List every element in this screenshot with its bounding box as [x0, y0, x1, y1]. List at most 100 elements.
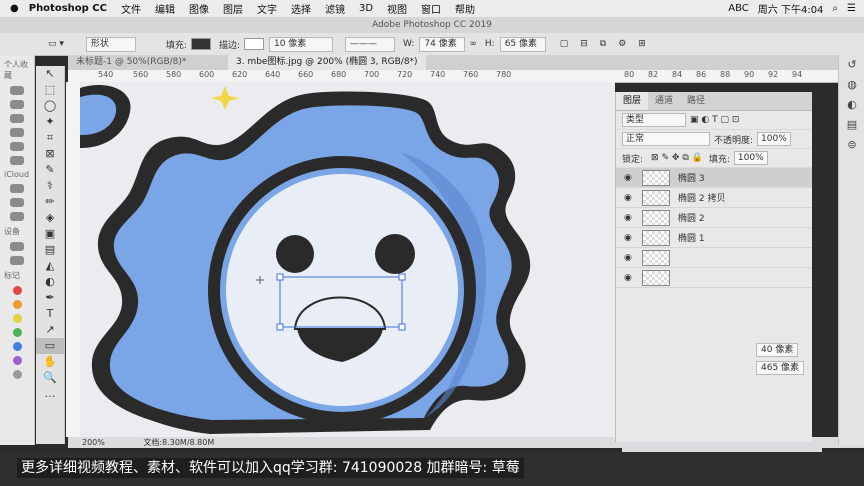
filter-adjust-icon[interactable]: ◐: [701, 115, 709, 125]
eye-icon[interactable]: ◉: [624, 253, 636, 263]
hand-tool-icon[interactable]: ✋: [36, 354, 64, 370]
path-ops-icon[interactable]: ▢: [560, 39, 569, 49]
layer-row[interactable]: ◉ 椭圆 1: [616, 228, 812, 248]
tab-paths[interactable]: 路径: [680, 92, 712, 110]
sidebar-item-icon[interactable]: [10, 256, 24, 265]
sidebar-item-icon[interactable]: [10, 128, 24, 137]
menu-list-icon[interactable]: ☰: [847, 3, 856, 14]
tag-purple-dot[interactable]: [12, 356, 22, 365]
menu-view[interactable]: 视图: [387, 1, 407, 16]
filter-image-icon[interactable]: ▣: [690, 115, 699, 125]
more-tools-icon[interactable]: …: [36, 386, 64, 402]
magic-wand-tool-icon[interactable]: ✦: [36, 114, 64, 130]
layer-row[interactable]: ◉ 椭圆 3: [616, 168, 812, 188]
pen-tool-icon[interactable]: ✒: [36, 290, 64, 306]
input-source[interactable]: ABC: [728, 3, 749, 14]
tab-layers[interactable]: 图层: [616, 92, 649, 110]
tab-mbe-icon[interactable]: 3. mbe图标.jpg @ 200% (椭圆 3, RGB/8*): [228, 55, 426, 70]
fill-swatch[interactable]: [190, 38, 211, 50]
tag-blue-dot[interactable]: [12, 342, 22, 351]
gradient-tool-icon[interactable]: ◭: [36, 258, 64, 274]
tool-preset-icon[interactable]: ▭ ▾: [48, 39, 64, 49]
lock-pixels-icon[interactable]: ⊠: [651, 153, 659, 163]
blend-mode-select[interactable]: 正常: [622, 132, 710, 146]
libraries-icon[interactable]: ▤: [839, 115, 864, 135]
layer-row[interactable]: ◉: [616, 268, 812, 288]
tag-red-dot[interactable]: [12, 286, 22, 295]
stroke-swatch[interactable]: [243, 38, 264, 50]
shape-tool-icon[interactable]: ▭: [36, 338, 64, 354]
sidebar-item-icon[interactable]: [10, 114, 24, 123]
path-arrange-icon[interactable]: ⧉: [600, 39, 606, 49]
eyedropper-tool-icon[interactable]: ✎: [36, 162, 64, 178]
history-icon[interactable]: ↺: [839, 55, 864, 75]
menu-file[interactable]: 文件: [121, 1, 141, 16]
layer-row[interactable]: ◉: [616, 248, 812, 268]
apple-icon[interactable]: ●: [10, 3, 19, 14]
lock-all-icon[interactable]: 🔒: [692, 153, 703, 163]
path-select-tool-icon[interactable]: ↗: [36, 322, 64, 338]
sidebar-item-icon[interactable]: [10, 100, 24, 109]
tag-orange-dot[interactable]: [12, 300, 22, 309]
w-field[interactable]: 74 像素: [419, 36, 466, 52]
sidebar-item-icon[interactable]: [10, 156, 24, 165]
selection-handle[interactable]: [398, 273, 406, 281]
filter-shape-icon[interactable]: ▢: [721, 115, 730, 125]
menu-edit[interactable]: 编辑: [155, 1, 175, 16]
dodge-tool-icon[interactable]: ◐: [36, 274, 64, 290]
menu-filter[interactable]: 滤镜: [325, 1, 345, 16]
tag-green-dot[interactable]: [12, 328, 22, 337]
sidebar-item-icon[interactable]: [10, 142, 24, 151]
menu-type[interactable]: 文字: [257, 1, 277, 16]
sidebar-item-icon[interactable]: [10, 212, 24, 221]
adjustments-icon[interactable]: ◐: [839, 95, 864, 115]
properties-w-field[interactable]: 40 像素: [756, 343, 799, 357]
menu-select[interactable]: 选择: [291, 1, 311, 16]
layer-row[interactable]: ◉ 椭圆 2: [616, 208, 812, 228]
lock-artboard-icon[interactable]: ⧉: [682, 153, 688, 163]
tab-channels[interactable]: 通道: [648, 92, 680, 110]
clock[interactable]: 周六 下午4:04: [758, 1, 824, 16]
properties-h-field[interactable]: 465 像素: [756, 361, 805, 375]
stamp-tool-icon[interactable]: ◈: [36, 210, 64, 226]
eye-icon[interactable]: ◉: [624, 193, 636, 203]
menu-layer[interactable]: 图层: [223, 1, 243, 16]
marquee-tool-icon[interactable]: ⬚: [36, 82, 64, 98]
menu-image[interactable]: 图像: [189, 1, 209, 16]
tag-gray-dot[interactable]: [12, 370, 22, 379]
healing-tool-icon[interactable]: ⚕: [36, 178, 64, 194]
menu-3d[interactable]: 3D: [359, 3, 373, 14]
frame-tool-icon[interactable]: ⊠: [36, 146, 64, 162]
sidebar-item-icon[interactable]: [10, 198, 24, 207]
stroke-width-field[interactable]: 10 像素: [268, 36, 333, 52]
sidebar-item-icon[interactable]: [10, 86, 24, 95]
history-brush-tool-icon[interactable]: ▣: [36, 226, 64, 242]
app-name[interactable]: Photoshop CC: [29, 3, 107, 14]
brush-tool-icon[interactable]: ✏: [36, 194, 64, 210]
path-align-icon[interactable]: ⊟: [580, 39, 588, 49]
eye-icon[interactable]: ◉: [624, 173, 636, 183]
selection-handle[interactable]: [276, 323, 284, 331]
sidebar-item-icon[interactable]: [10, 184, 24, 193]
fill-field[interactable]: 100%: [733, 151, 768, 165]
h-field[interactable]: 65 像素: [499, 36, 546, 52]
eraser-tool-icon[interactable]: ▤: [36, 242, 64, 258]
zoom-tool-icon[interactable]: 🔍: [36, 370, 64, 386]
gear-icon[interactable]: ⚙: [618, 39, 626, 49]
color-icon[interactable]: ◍: [839, 75, 864, 95]
layer-row[interactable]: ◉ 椭圆 2 拷贝: [616, 188, 812, 208]
eye-icon[interactable]: ◉: [624, 233, 636, 243]
eye-icon[interactable]: ◉: [624, 273, 636, 283]
crop-tool-icon[interactable]: ⌗: [36, 130, 64, 146]
search-icon[interactable]: ⌕: [832, 3, 838, 14]
align-edges-icon[interactable]: ⊞: [638, 39, 646, 49]
lasso-tool-icon[interactable]: ◯: [36, 98, 64, 114]
zoom-level[interactable]: 200%: [82, 438, 105, 447]
lock-position-icon[interactable]: ✥: [672, 153, 680, 163]
link-icon[interactable]: ∞: [469, 39, 477, 49]
opacity-field[interactable]: 100%: [757, 132, 791, 146]
move-tool-icon[interactable]: ↖: [36, 66, 64, 82]
stroke-type-select[interactable]: ———: [344, 36, 395, 52]
document-canvas[interactable]: [80, 82, 615, 437]
menu-window[interactable]: 窗口: [421, 1, 441, 16]
